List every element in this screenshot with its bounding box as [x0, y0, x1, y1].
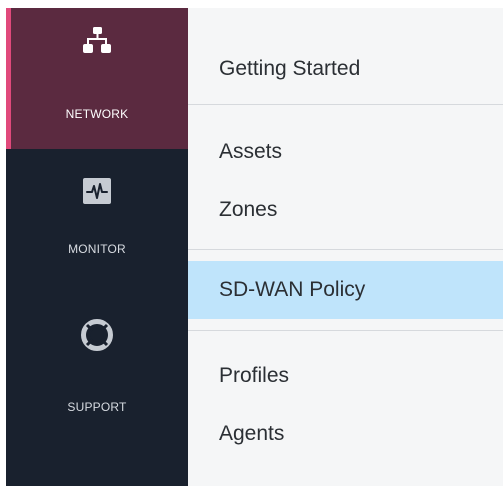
- left-rail: NETWORK MONITOR SUPPORT: [6, 8, 188, 486]
- network-icon: [82, 26, 112, 61]
- monitor-icon: [83, 178, 111, 209]
- menu-item-sd-wan-policy[interactable]: SD-WAN Policy: [188, 261, 503, 319]
- rail-item-label: MONITOR: [68, 242, 126, 256]
- divider: [188, 249, 503, 250]
- divider: [188, 330, 503, 331]
- rail-item-monitor[interactable]: MONITOR: [6, 149, 188, 291]
- network-submenu: Getting Started Assets Zones SD-WAN Poli…: [188, 8, 503, 486]
- menu-item-zones[interactable]: Zones: [188, 181, 503, 239]
- rail-item-label: NETWORK: [65, 107, 129, 121]
- support-icon: [81, 319, 113, 356]
- menu-item-getting-started[interactable]: Getting Started: [188, 40, 503, 98]
- menu-item-profiles[interactable]: Profiles: [188, 347, 503, 405]
- menu-item-assets[interactable]: Assets: [188, 123, 503, 181]
- app-frame: NETWORK MONITOR SUPPORT Getting Started …: [0, 0, 503, 486]
- rail-item-support[interactable]: SUPPORT: [6, 291, 188, 431]
- menu-item-agents[interactable]: Agents: [188, 405, 503, 463]
- rail-item-label: SUPPORT: [67, 400, 127, 414]
- rail-item-network[interactable]: NETWORK: [6, 8, 188, 149]
- divider: [188, 104, 503, 105]
